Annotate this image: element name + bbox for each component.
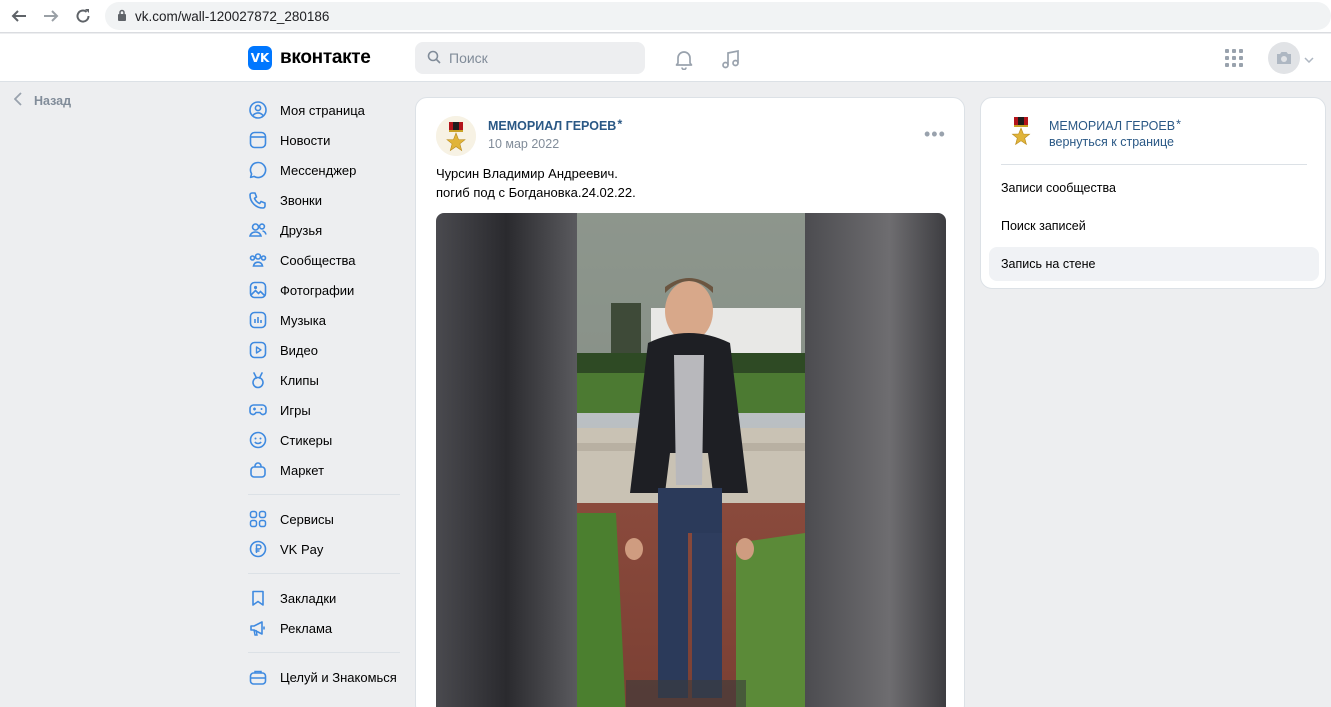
return-to-page-link[interactable]: вернуться к странице [1049,135,1174,149]
post-text-line: погиб под с Богдановка.24.02.22. [436,185,636,200]
post-text-line: Чурсин Владимир Андреевич. [436,166,618,181]
megaphone-icon [248,618,268,638]
community-side-block: МЕМОРИАЛ ГЕРОЕВ ⃰ вернуться к странице З… [980,97,1326,289]
menu-divider [248,494,400,495]
user-circle-icon [248,100,268,120]
sidebar-item[interactable]: Мессенджер [248,155,400,185]
divider [1001,164,1307,165]
newsfeed-icon [248,130,268,150]
sidebar-item[interactable]: Видео [248,335,400,365]
sidebar-item[interactable]: Сервисы [248,504,400,534]
sidebar-item-label: Сервисы [280,511,334,527]
back-arrow-icon[interactable] [10,7,28,25]
sidebar-item-label: Моя страница [280,102,365,118]
sidebar-item-label: Друзья [280,222,323,238]
photo-icon [248,280,268,300]
side-item-wall-post[interactable]: Запись на стене [989,247,1319,281]
wall-post: МЕМОРИАЛ ГЕРОЕВ ⃰ 10 мар 2022 ••• Чурсин… [415,97,965,707]
sidebar-item[interactable]: Реклама [248,613,400,643]
sidebar-item-label: Новости [280,132,331,148]
side-item-community-posts[interactable]: Записи сообщества [989,171,1319,205]
back-label: Назад [34,93,72,108]
market-bag-icon [248,460,268,480]
video-icon [248,340,268,360]
community-avatar[interactable] [436,116,476,156]
sidebar-item-label: Клипы [280,372,319,388]
phone-icon [248,190,268,210]
search-input[interactable]: Поиск [415,42,645,74]
lock-icon [117,9,127,24]
sidebar-item-label: VK Pay [280,541,324,557]
post-photo[interactable] [436,213,946,707]
back-link[interactable]: Назад [13,92,72,109]
post-author-link[interactable]: МЕМОРИАЛ ГЕРОЕВ ⃰ [488,119,620,133]
forward-arrow-icon[interactable] [42,7,60,25]
sidebar-item[interactable]: Музыка [248,305,400,335]
medal-icon[interactable] [1003,114,1039,150]
sidebar-item[interactable]: Маркет [248,455,400,485]
apps-grid-icon[interactable] [1224,48,1246,70]
side-item-search-posts[interactable]: Поиск записей [989,209,1319,243]
gamepad-icon [248,400,268,420]
profile-menu[interactable] [1268,42,1314,74]
communities-icon [248,250,268,270]
music-icon [248,310,268,330]
sidebar-item[interactable]: Клипы [248,365,400,395]
community-name-link[interactable]: МЕМОРИАЛ ГЕРОЕВ ⃰ [1049,119,1179,133]
search-placeholder: Поиск [449,50,488,66]
sidebar-item-label: Сообщества [280,252,356,268]
sidebar-item-label: Звонки [280,192,322,208]
vk-header: VK вконтакте Поиск [0,34,1331,82]
search-icon [427,50,441,67]
sidebar-item[interactable]: Моя страница [248,95,400,125]
friends-icon [248,220,268,240]
sidebar-item-label: Видео [280,342,318,358]
post-date[interactable]: 10 мар 2022 [488,137,559,151]
bell-icon[interactable] [673,48,695,71]
briefcase-icon [248,667,268,687]
chevron-down-icon [1304,51,1314,66]
post-text: Чурсин Владимир Андреевич. погиб под с Б… [436,164,636,202]
left-navigation: Моя страница Новости Мессенджер Звонки Друзь… [248,95,400,692]
vk-logo-text: вконтакте [280,47,371,68]
sidebar-item[interactable]: Новости [248,125,400,155]
sidebar-item[interactable]: Игры [248,395,400,425]
sidebar-item[interactable]: Закладки [248,583,400,613]
sidebar-item-label: Мессенджер [280,162,357,178]
message-icon [248,160,268,180]
browser-toolbar: vk.com/wall-120027872_280186 [0,0,1331,33]
sidebar-item-label: Фотографии [280,282,355,298]
sidebar-item[interactable]: Звонки [248,185,400,215]
url-text: vk.com/wall-120027872_280186 [135,8,330,24]
sidebar-item[interactable]: VK Pay [248,534,400,564]
smile-icon [248,430,268,450]
chevron-left-icon [13,92,22,109]
vk-logo[interactable]: VK вконтакте [248,46,371,70]
clips-icon [248,370,268,390]
sidebar-item-label: Игры [280,402,311,418]
music-note-icon[interactable] [720,48,742,70]
sidebar-item-label: Реклама [280,620,333,636]
address-bar[interactable]: vk.com/wall-120027872_280186 [105,2,1331,30]
sidebar-item[interactable]: Фотографии [248,275,400,305]
sidebar-item[interactable]: Стикеры [248,425,400,455]
sidebar-item-label: Целуй и Знакомься [280,669,397,685]
vkpay-icon [248,539,268,559]
reload-icon[interactable] [74,7,92,25]
sidebar-item[interactable]: Целуй и Знакомься [248,662,400,692]
sidebar-item-label: Стикеры [280,432,333,448]
more-dots-icon[interactable]: ••• [924,124,946,145]
vk-logo-icon: VK [248,46,272,70]
menu-divider [248,652,400,653]
sidebar-item-label: Маркет [280,462,325,478]
camera-avatar-icon [1268,42,1300,74]
bookmark-icon [248,588,268,608]
sidebar-item-label: Закладки [280,590,337,606]
sidebar-item-label: Музыка [280,312,326,328]
sidebar-item[interactable]: Друзья [248,215,400,245]
menu-divider [248,573,400,574]
sidebar-item[interactable]: Сообщества [248,245,400,275]
services-grid-icon [248,509,268,529]
